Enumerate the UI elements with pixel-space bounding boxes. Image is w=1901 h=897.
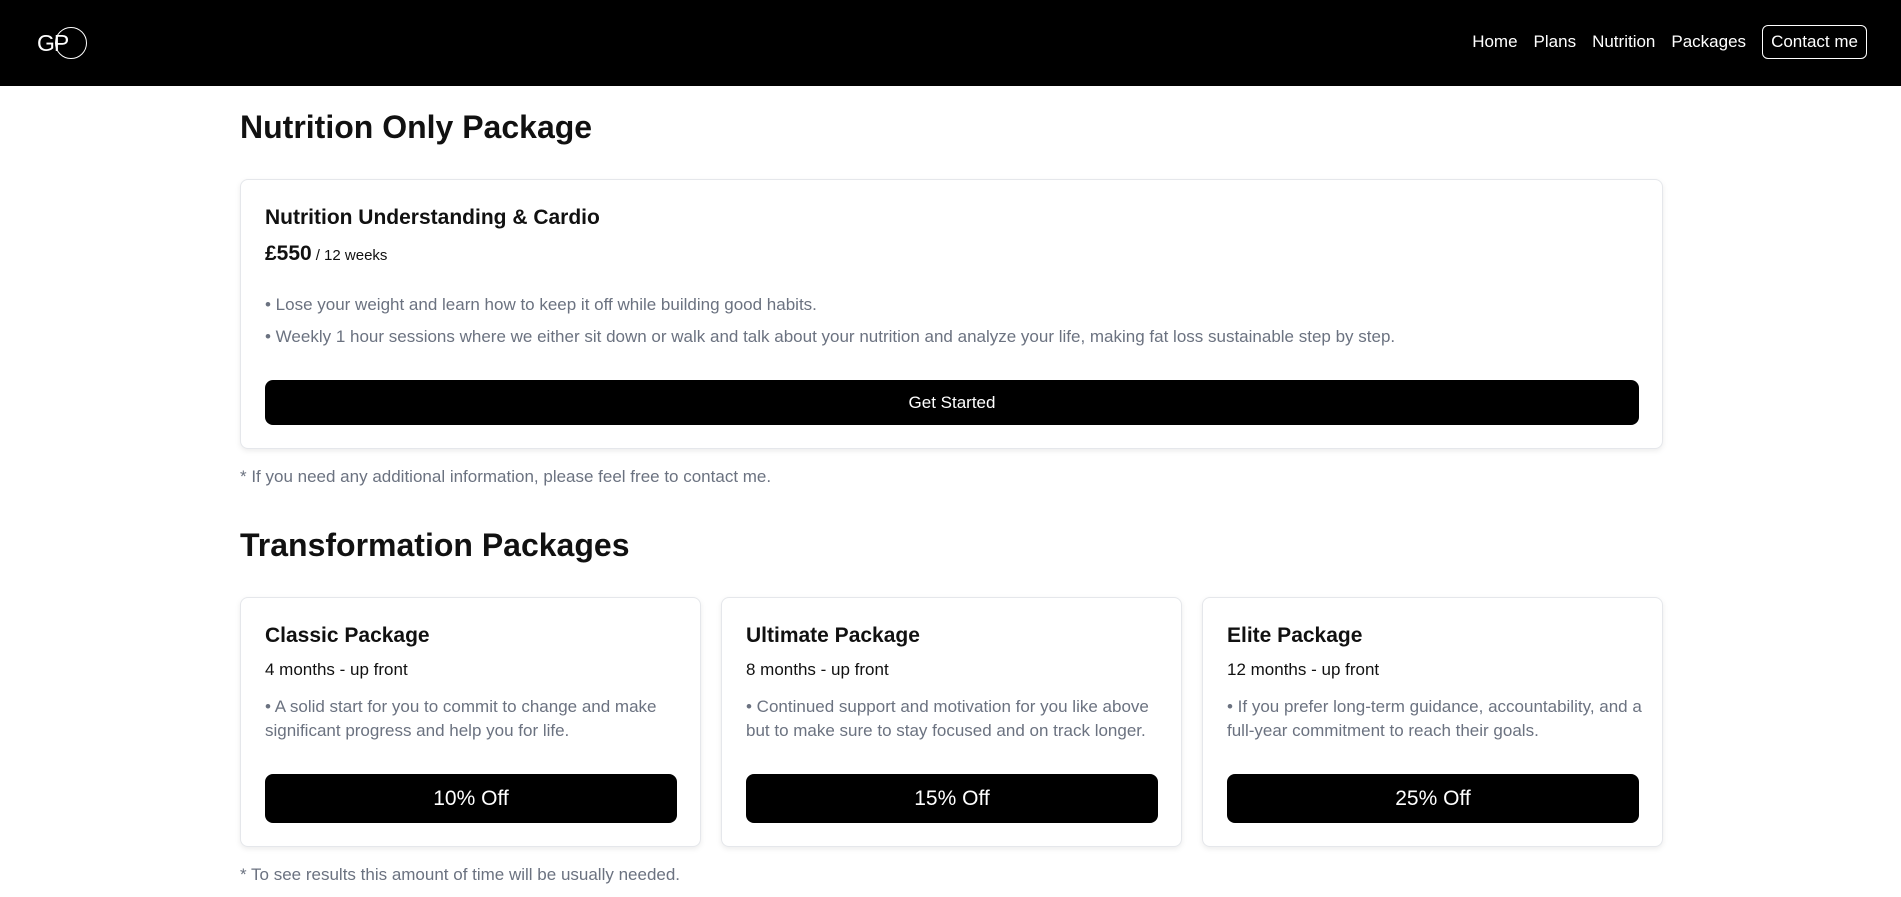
transformation-note: * To see results this amount of time wil…	[240, 865, 681, 884]
package-duration: 4 months - up front	[265, 660, 408, 679]
get-started-button[interactable]: Get Started	[265, 380, 1639, 425]
price-period: / 12 weeks	[315, 247, 388, 264]
package-duration: 12 months - up front	[1227, 660, 1380, 679]
package-duration: 8 months - up front	[746, 660, 889, 679]
price-amount: £550	[265, 242, 312, 265]
package-description: • If you prefer long-term guidance, acco…	[1227, 697, 1642, 740]
classic-package-card: Classic Package 4 months - up front • A …	[240, 597, 701, 847]
ultimate-discount-button[interactable]: 15% Off	[746, 774, 1158, 823]
nutrition-section-title: Nutrition Only Package	[240, 109, 593, 145]
package-title: Classic Package	[265, 624, 430, 647]
package-title: Elite Package	[1227, 624, 1363, 647]
package-title: Ultimate Package	[746, 624, 920, 647]
package-description: • A solid start for you to commit to cha…	[265, 697, 657, 740]
nav-link-home[interactable]: Home	[1472, 25, 1517, 59]
nutrition-price: £550 / 12 weeks	[265, 242, 387, 266]
top-navbar: GP Home Plans Nutrition Packages Contact…	[0, 0, 1901, 86]
ultimate-package-card: Ultimate Package 8 months - up front • C…	[721, 597, 1182, 847]
contact-me-button[interactable]: Contact me	[1762, 25, 1867, 59]
nutrition-bullet-1: • Lose your weight and learn how to keep…	[265, 295, 817, 314]
nutrition-bullet-2: • Weekly 1 hour sessions where we either…	[265, 327, 1396, 346]
classic-discount-button[interactable]: 10% Off	[265, 774, 677, 823]
nutrition-card-title: Nutrition Understanding & Cardio	[265, 206, 600, 229]
nav-links: Home Plans Nutrition Packages Contact me	[1456, 25, 1867, 59]
brand-logo[interactable]: GP	[36, 27, 87, 59]
elite-package-card: Elite Package 12 months - up front • If …	[1202, 597, 1663, 847]
logo-text: GP	[37, 30, 69, 56]
nav-link-plans[interactable]: Plans	[1534, 25, 1577, 59]
nutrition-note: * If you need any additional information…	[240, 467, 772, 486]
nav-link-packages[interactable]: Packages	[1671, 25, 1746, 59]
nav-link-nutrition[interactable]: Nutrition	[1592, 25, 1655, 59]
transformation-section-title: Transformation Packages	[240, 527, 630, 563]
elite-discount-button[interactable]: 25% Off	[1227, 774, 1639, 823]
nutrition-package-card: Nutrition Understanding & Cardio £550 / …	[240, 179, 1663, 449]
package-description: • Continued support and motivation for y…	[746, 697, 1149, 740]
